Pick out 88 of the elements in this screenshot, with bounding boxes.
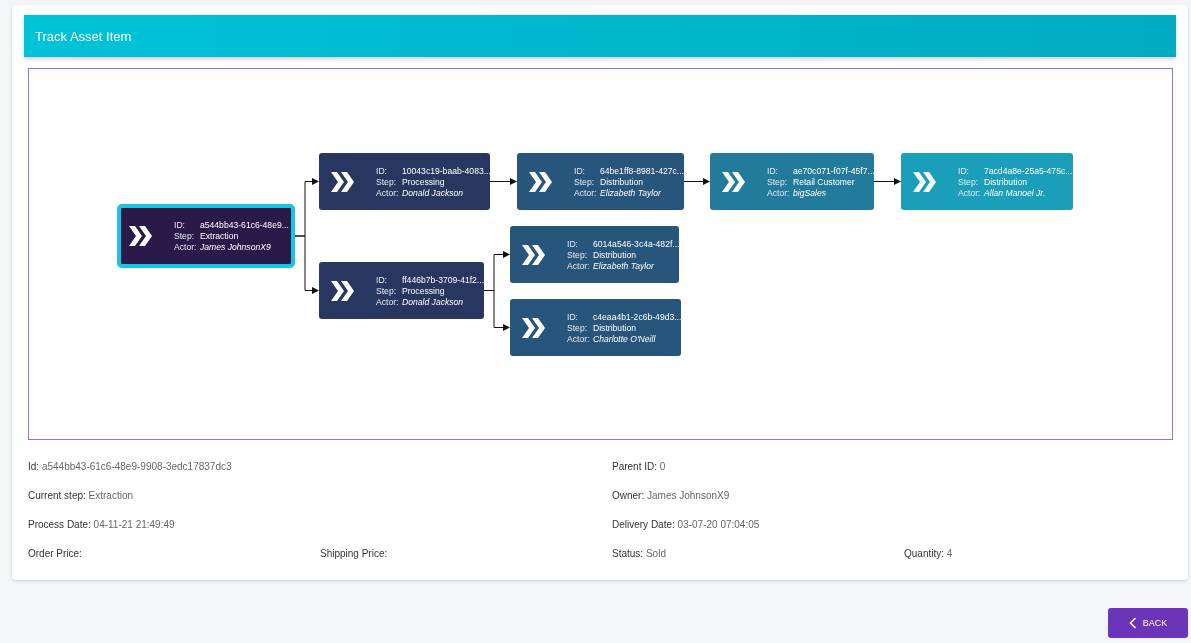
step-node[interactable]: ID: 10043c19-baab-4083... Step: Processing Actor: Donald Jackson [319, 153, 490, 210]
step-node[interactable]: ID: ae70c071-f07f-45f7... Step: Retail Customer Actor: bigSales [710, 153, 874, 210]
field-label: Step: [567, 322, 589, 333]
double-chevron-icon [331, 280, 355, 301]
field-label: Actor: [376, 296, 400, 307]
detail-label: Parent ID: [612, 461, 658, 472]
node-step: Distribution [593, 322, 636, 333]
node-actor: James JohnsonX9 [200, 242, 271, 252]
field-label: Actor: [767, 187, 791, 198]
field-label: Actor: [567, 333, 591, 344]
detail-label: Shipping Price: [320, 548, 388, 559]
node-id: 7acd4a8e-25a5-475c... [984, 165, 1073, 176]
connector-arrow [489, 178, 517, 185]
field-label: Step: [574, 176, 596, 187]
field-label: Step: [567, 249, 589, 260]
node-actor: Charlotte O'Neill [593, 333, 656, 344]
node-actor: Elizabeth Taylor [593, 260, 654, 271]
detail-value: Extraction [88, 490, 134, 501]
detail-label: Status: [612, 548, 644, 559]
node-id: 6014a546-3c4a-482f... [593, 238, 680, 249]
node-id: ae70c071-f07f-45f7... [793, 165, 875, 176]
step-node[interactable]: ID: c4eaa4b1-2c6b-49d3... Step: Distribution Actor: Charlotte O'Neill [510, 299, 681, 356]
detail-label: Process Date: [28, 519, 91, 530]
detail-label: Quantity: [904, 548, 945, 559]
step-node[interactable]: ID: a544bb43-61c6-48e9... Step: Extraction Actor: James JohnsonX9 [117, 204, 295, 268]
connector-arrow [294, 235, 319, 294]
step-node[interactable]: ID: 6014a546-3c4a-482f... Step: Distribution Actor: Elizabeth Taylor [510, 226, 679, 283]
chevron-left-icon [1128, 617, 1137, 629]
field-label: Step: [376, 285, 398, 296]
double-chevron-icon [331, 171, 355, 192]
node-id: a544bb43-61c6-48e9... [200, 220, 289, 230]
field-label: Step: [376, 176, 398, 187]
field-label: ID: [567, 311, 579, 322]
field-label: Step: [174, 231, 196, 241]
page-title: Track Asset Item [35, 28, 132, 44]
detail-label: Owner: [612, 490, 645, 501]
detail-label: Id: [28, 461, 40, 472]
double-chevron-icon [129, 226, 153, 246]
node-actor: Allan Manoel Jr. [984, 187, 1046, 198]
node-id: 10043c19-baab-4083... [402, 165, 491, 176]
node-step: Extraction [200, 231, 239, 241]
detail-value: 0 [659, 461, 666, 472]
field-label: ID: [376, 274, 388, 285]
field-label: ID: [376, 165, 388, 176]
detail-value: 04-11-21 21:49:49 [93, 519, 175, 530]
detail-label: Order Price: [28, 548, 82, 559]
field-label: ID: [767, 165, 779, 176]
field-label: Actor: [567, 260, 591, 271]
detail-value: 03-07-20 07:04:05 [677, 519, 760, 530]
node-id: 64be1ff8-8981-427c... [600, 165, 684, 176]
detail-value: Sold [645, 548, 666, 559]
double-chevron-icon [913, 171, 937, 192]
field-label: Actor: [376, 187, 400, 198]
node-step: Distribution [984, 176, 1027, 187]
double-chevron-icon [522, 244, 546, 265]
step-node[interactable]: ID: 64be1ff8-8981-427c... Step: Distribution Actor: Elizabeth Taylor [517, 153, 684, 210]
connector-arrow [873, 178, 901, 185]
double-chevron-icon [522, 317, 546, 338]
field-label: ID: [174, 220, 186, 230]
field-label: Step: [958, 176, 980, 187]
node-step: Processing [402, 176, 445, 187]
detail-value: James JohnsonX9 [647, 490, 730, 501]
field-label: ID: [574, 165, 586, 176]
detail-label: Current step: [28, 490, 86, 501]
field-label: ID: [958, 165, 970, 176]
node-id: c4eaa4b1-2c6b-49d3... [593, 311, 682, 322]
detail-value: 4 [946, 548, 953, 559]
node-actor: Donald Jackson [402, 187, 464, 198]
node-actor: bigSales [793, 187, 826, 198]
node-actor: Donald Jackson [402, 296, 464, 307]
field-label: Step: [767, 176, 789, 187]
node-step: Processing [402, 285, 445, 296]
node-actor: Elizabeth Taylor [600, 187, 661, 198]
field-label: Actor: [174, 242, 198, 252]
double-chevron-icon [722, 171, 746, 192]
detail-value: a544bb43-61c6-48e9-9908-3edc17837dc3 [41, 461, 232, 472]
field-label: Actor: [958, 187, 982, 198]
back-button[interactable]: BACK [1108, 608, 1188, 638]
field-label: Actor: [574, 187, 598, 198]
field-label: ID: [567, 238, 579, 249]
double-chevron-icon [529, 171, 553, 192]
node-step: Distribution [593, 249, 636, 260]
step-node[interactable]: ID: ff446b7b-3709-41f2... Step: Processing Actor: Donald Jackson [319, 262, 484, 319]
detail-label: Delivery Date: [612, 519, 675, 530]
node-id: ff446b7b-3709-41f2... [402, 274, 485, 285]
node-step: Distribution [600, 176, 643, 187]
connector-arrow [683, 178, 710, 185]
node-step: Retail Customer [793, 176, 855, 187]
